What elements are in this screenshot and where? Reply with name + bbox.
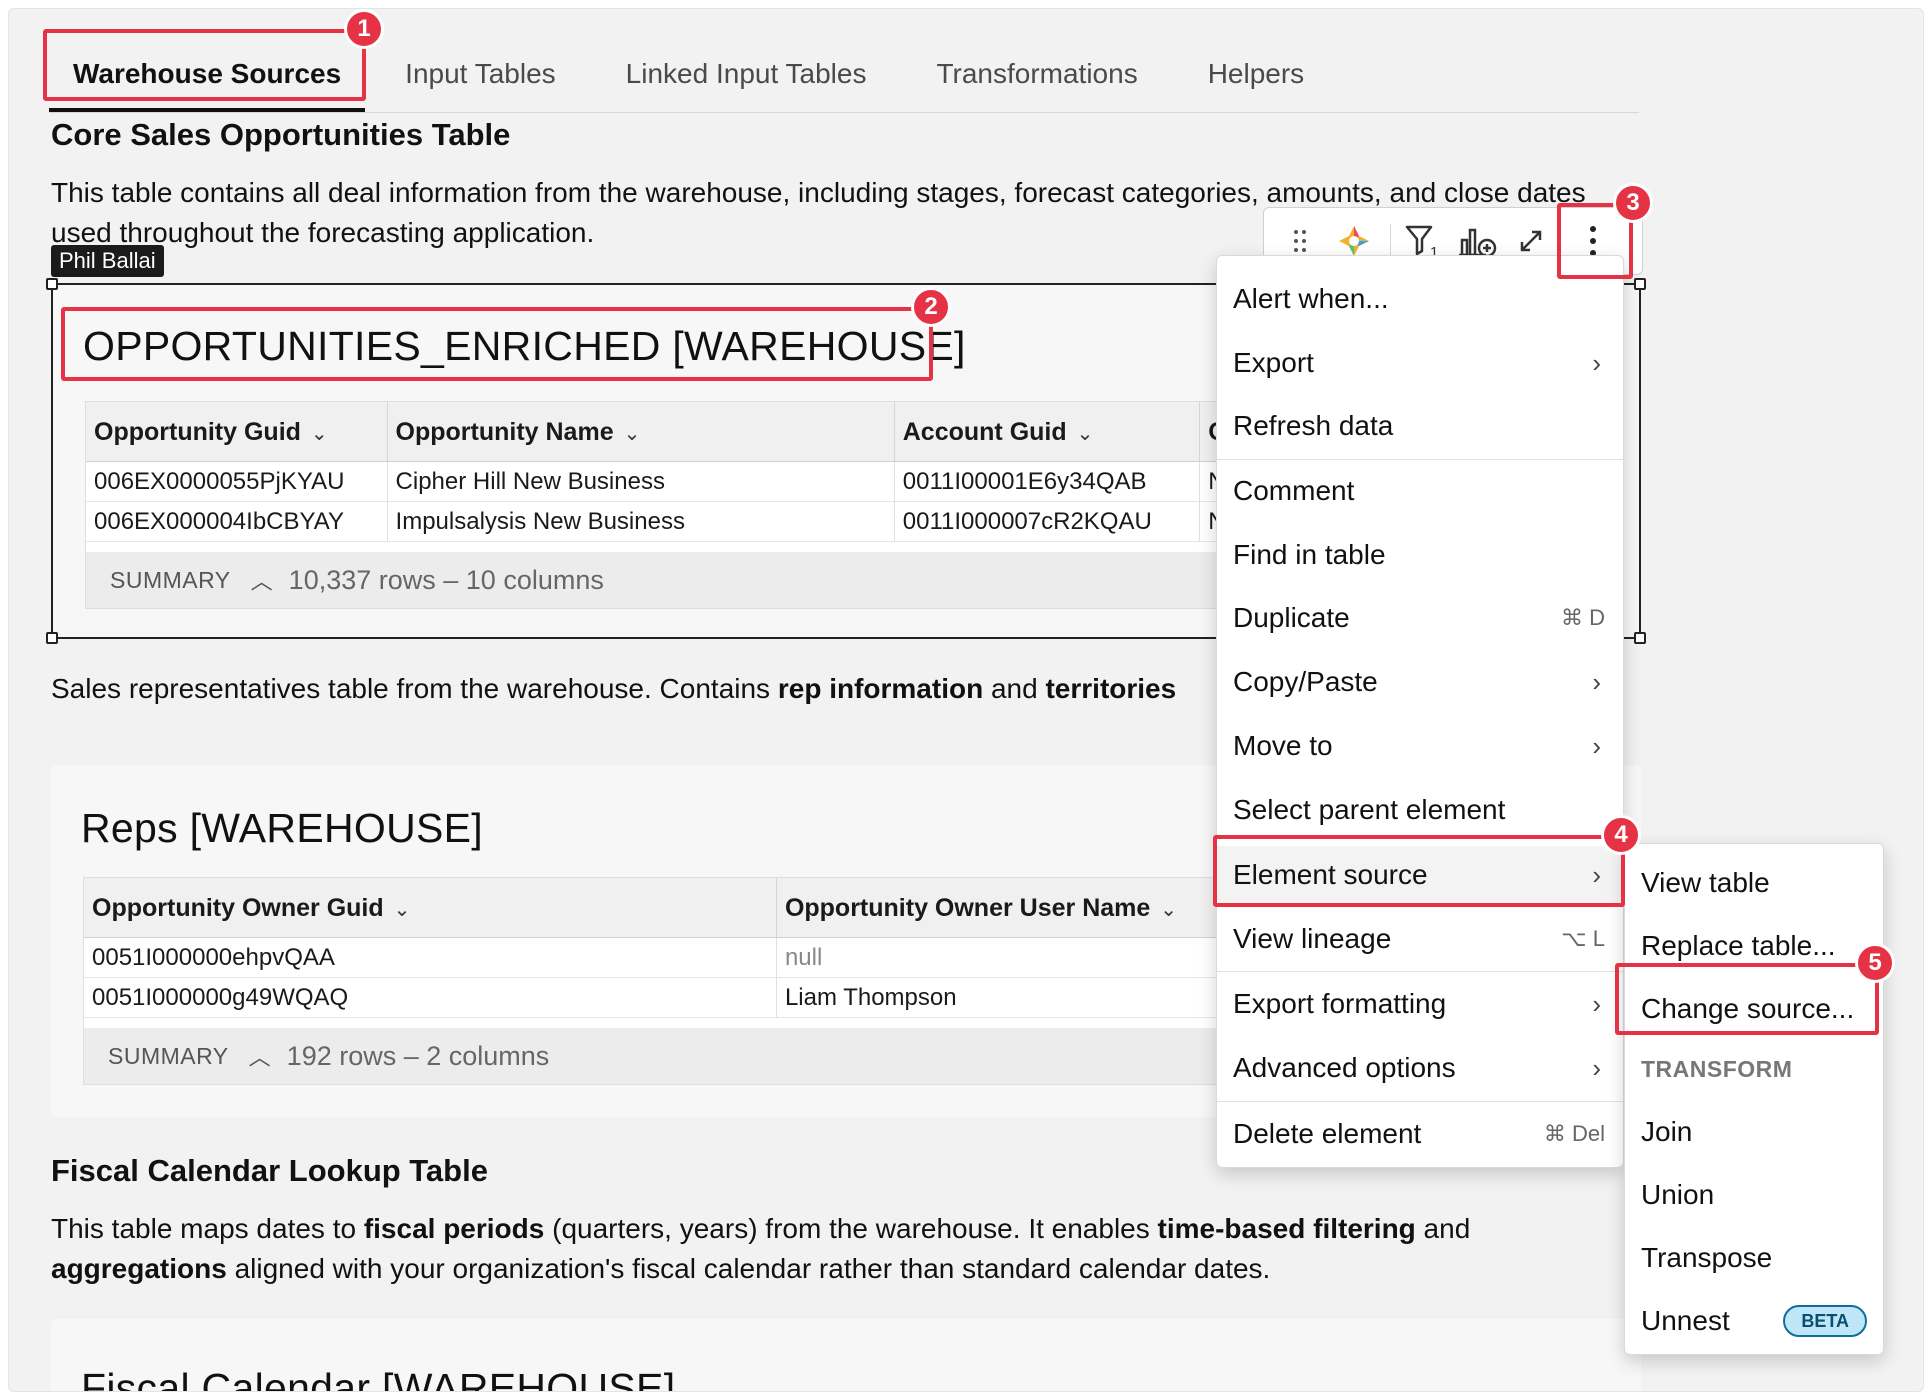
chevron-right-icon: ›: [1592, 1053, 1601, 1083]
chevron-right-icon: ›: [1592, 348, 1601, 378]
data-table: Opportunity Owner Guid ⌄ Opportunity Owne…: [83, 877, 1383, 1085]
resize-handle[interactable]: [1634, 278, 1646, 290]
submenu-group-transform: TRANSFORM: [1641, 1056, 1793, 1082]
chevron-right-icon: ›: [1592, 731, 1601, 761]
tab-input-tables[interactable]: Input Tables: [375, 32, 586, 112]
menu-item-advanced-options[interactable]: Advanced options ›: [1217, 1039, 1623, 1097]
resize-handle[interactable]: [1634, 632, 1646, 644]
chevron-right-icon: ›: [1592, 989, 1601, 1019]
column-header[interactable]: Opportunity Name ⌄: [388, 402, 895, 461]
menu-item-move-to[interactable]: Move to ›: [1217, 717, 1623, 775]
callout-badge-3: 3: [1613, 183, 1653, 223]
section-description-fiscal-calendar: This table maps dates to fiscal periods …: [51, 1213, 1471, 1284]
menu-item-delete-element[interactable]: Delete element ⌘ Del: [1217, 1105, 1623, 1163]
highlight-warehouse-sources-tab: [43, 29, 366, 101]
chevron-down-icon[interactable]: ⌄: [624, 423, 641, 445]
menu-item-find-in-table[interactable]: Find in table: [1217, 526, 1623, 584]
table-header-row: Opportunity Owner Guid ⌄ Opportunity Owne…: [84, 878, 1382, 938]
chevron-up-icon[interactable]: ︿: [251, 564, 273, 596]
section-title-core-sales: Core Sales Opportunities Table: [51, 117, 511, 152]
table-row[interactable]: 006EX000004IbCBYAY Impulsalysis New Busi…: [86, 502, 1384, 542]
tab-transformations[interactable]: Transformations: [906, 32, 1167, 112]
element-context-menu: Alert when... Export › Refresh data Comme…: [1216, 255, 1624, 1168]
section-description-reps: Sales representatives table from the war…: [51, 673, 1177, 704]
submenu-item-union[interactable]: Union: [1625, 1166, 1883, 1224]
chevron-up-icon[interactable]: ︿: [249, 1040, 271, 1072]
table-cell[interactable]: Impulsalysis New Business: [388, 502, 895, 541]
menu-item-comment[interactable]: Comment: [1217, 462, 1623, 520]
section-title-fiscal-calendar: Fiscal Calendar Lookup Table: [51, 1153, 488, 1188]
app-canvas: Warehouse Sources Input Tables Linked In…: [8, 8, 1924, 1392]
tab-linked-input-tables[interactable]: Linked Input Tables: [596, 32, 897, 112]
table-cell[interactable]: 006EX0000055PjKYAU: [86, 462, 388, 501]
callout-badge-4: 4: [1601, 815, 1641, 855]
menu-item-export-formatting[interactable]: Export formatting ›: [1217, 975, 1623, 1033]
table-summary-bar[interactable]: SUMMARY ︿ 192 rows – 2 columns: [84, 1028, 1382, 1084]
column-header[interactable]: Opportunity Guid ⌄: [86, 402, 388, 461]
table-cell[interactable]: 0011I000007cR2KQAU: [895, 502, 1201, 541]
table-cell[interactable]: Cipher Hill New Business: [388, 462, 895, 501]
submenu-item-unnest[interactable]: Unnest BETA: [1625, 1292, 1883, 1350]
table-summary-bar[interactable]: SUMMARY ︿ 10,337 rows – 10 columns: [86, 552, 1384, 608]
table-row[interactable]: 0051I000000g49WQAQ Liam Thompson: [84, 978, 1382, 1018]
user-presence-badge: Phil Ballai: [51, 245, 164, 277]
shortcut-hint: ⌘ D: [1561, 605, 1605, 630]
fiscal-calendar-table-element[interactable]: Fiscal Calendar [WAREHOUSE]: [51, 1319, 1641, 1391]
resize-handle[interactable]: [46, 632, 58, 644]
menu-divider: [1217, 459, 1623, 460]
table-row[interactable]: 006EX0000055PjKYAU Cipher Hill New Busin…: [86, 462, 1384, 502]
table-header-row: Opportunity Guid ⌄ Opportunity Name ⌄ Acco…: [86, 402, 1384, 462]
table-cell[interactable]: 0051I000000g49WQAQ: [84, 978, 777, 1017]
menu-divider: [1217, 971, 1623, 972]
chevron-down-icon[interactable]: ⌄: [311, 423, 328, 445]
beta-badge: BETA: [1783, 1305, 1867, 1337]
submenu-item-join[interactable]: Join: [1625, 1103, 1883, 1161]
table-row[interactable]: 0051I000000ehpvQAA null: [84, 938, 1382, 978]
highlight-element-source: [1213, 835, 1625, 907]
callout-badge-5: 5: [1855, 943, 1895, 983]
menu-item-duplicate[interactable]: Duplicate ⌘ D: [1217, 589, 1623, 647]
table-cell[interactable]: 0011I00001E6y34QAB: [895, 462, 1201, 501]
column-header[interactable]: Account Guid ⌄: [895, 402, 1201, 461]
chevron-right-icon: ›: [1592, 667, 1601, 697]
chevron-down-icon[interactable]: ⌄: [1077, 423, 1094, 445]
chevron-down-icon[interactable]: ⌄: [394, 899, 411, 921]
summary-label: SUMMARY: [108, 1042, 229, 1069]
menu-item-refresh-data[interactable]: Refresh data: [1217, 397, 1623, 455]
table-title[interactable]: Reps [WAREHOUSE]: [81, 805, 483, 852]
summary-value: 10,337 rows – 10 columns: [288, 564, 604, 595]
callout-badge-2: 2: [911, 287, 951, 327]
highlight-table-title: [61, 307, 933, 381]
menu-item-select-parent[interactable]: Select parent element: [1217, 781, 1623, 839]
chevron-down-icon[interactable]: ⌄: [1160, 899, 1177, 921]
table-title[interactable]: Fiscal Calendar [WAREHOUSE]: [81, 1365, 675, 1391]
data-table: Opportunity Guid ⌄ Opportunity Name ⌄ Acco…: [85, 401, 1385, 609]
table-cell[interactable]: 0051I000000ehpvQAA: [84, 938, 777, 977]
element-source-submenu: View table Replace table... Change sourc…: [1624, 843, 1884, 1355]
shortcut-hint: ⌥ L: [1561, 926, 1605, 951]
column-header[interactable]: Opportunity Owner Guid ⌄: [84, 878, 777, 937]
submenu-item-transpose[interactable]: Transpose: [1625, 1229, 1883, 1287]
menu-item-export[interactable]: Export ›: [1217, 334, 1623, 392]
menu-divider: [1217, 1101, 1623, 1102]
summary-value: 192 rows – 2 columns: [286, 1040, 550, 1071]
submenu-item-view-table[interactable]: View table: [1625, 854, 1883, 912]
callout-badge-1: 1: [344, 9, 384, 49]
resize-handle[interactable]: [46, 278, 58, 290]
tab-helpers[interactable]: Helpers: [1178, 32, 1334, 112]
menu-item-view-lineage[interactable]: View lineage ⌥ L: [1217, 910, 1623, 968]
summary-label: SUMMARY: [110, 566, 231, 593]
menu-item-copy-paste[interactable]: Copy/Paste ›: [1217, 653, 1623, 711]
table-cell[interactable]: 006EX000004IbCBYAY: [86, 502, 388, 541]
toolbar-divider: [1390, 224, 1391, 258]
shortcut-hint: ⌘ Del: [1543, 1121, 1605, 1146]
highlight-change-source: [1615, 963, 1879, 1035]
